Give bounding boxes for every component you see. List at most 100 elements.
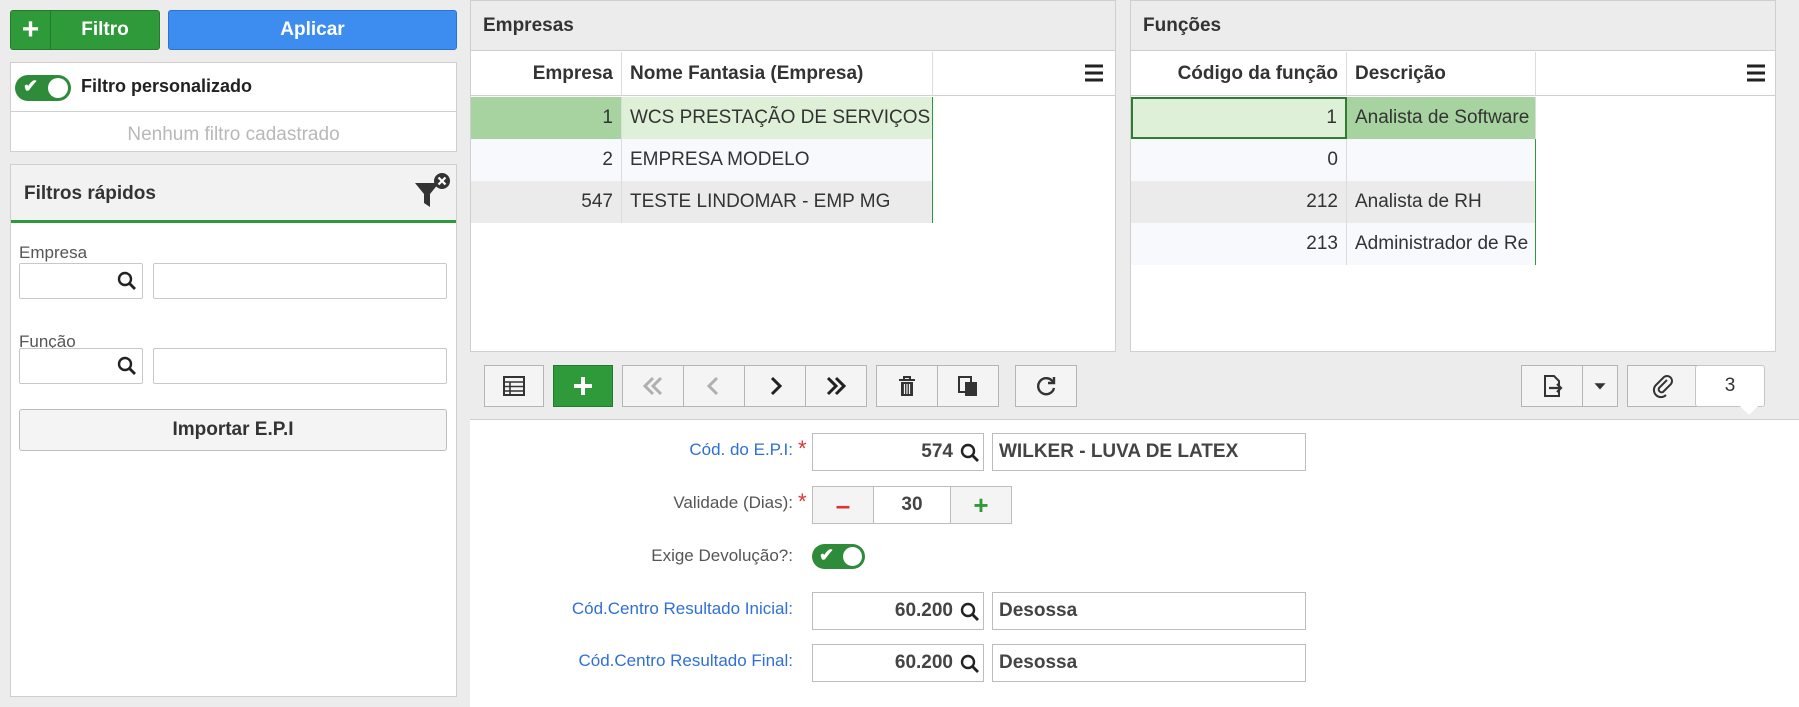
funcao-desc-cell: Analista de Software <box>1347 97 1536 139</box>
funcao-desc-cell <box>1347 139 1536 181</box>
record-count-badge: 3 <box>1695 365 1765 407</box>
funcoes-title: Funções <box>1131 1 1775 51</box>
empresas-title: Empresas <box>471 1 1115 51</box>
quick-filters-title: Filtros rápidos <box>24 183 156 204</box>
export-file-icon <box>1544 375 1563 397</box>
chevron-left-icon <box>706 376 719 396</box>
paperclip-icon <box>1652 375 1673 399</box>
centro-final-label: Cód.Centro Resultado Final: <box>578 651 793 670</box>
search-icon[interactable] <box>116 270 138 292</box>
last-record-button[interactable] <box>805 365 867 407</box>
export-options-dropdown[interactable] <box>1582 365 1618 407</box>
funcao-desc-cell: Administrador de Re <box>1347 223 1536 265</box>
cod-epi-label: Cód. do E.P.I: <box>689 440 793 459</box>
empresa-name-input[interactable] <box>153 263 447 299</box>
empresa-filter-label: Empresa <box>19 243 88 262</box>
double-chevron-right-icon <box>826 376 847 396</box>
delete-button[interactable] <box>876 365 938 407</box>
table-icon <box>503 376 525 396</box>
empresas-grid: Empresas Empresa Nome Fantasia (Empresa)… <box>470 0 1116 352</box>
column-header-codigo-funcao[interactable]: Código da função <box>1131 52 1347 96</box>
centro-final-input[interactable]: 60.200 <box>812 644 984 682</box>
funcao-code-cell: 213 <box>1131 223 1347 265</box>
cod-epi-input[interactable]: 574 <box>812 433 984 471</box>
check-icon: ✔ <box>23 76 39 96</box>
search-icon[interactable] <box>959 601 981 623</box>
quick-filters-header: Filtros rápidos <box>11 165 456 223</box>
empresa-code-input[interactable] <box>19 263 143 299</box>
centro-inicial-input[interactable]: 60.200 <box>812 592 984 630</box>
funcao-desc-cell: Analista de RH <box>1347 181 1536 223</box>
refresh-button[interactable] <box>1015 365 1077 407</box>
decrement-button[interactable]: – <box>812 486 874 524</box>
caret-down-icon <box>1594 383 1606 390</box>
centro-final-value: 60.200 <box>894 652 953 673</box>
plus-icon: + <box>973 489 989 520</box>
cod-epi-value: 574 <box>921 441 953 462</box>
devolucao-toggle[interactable]: ✔ <box>812 544 865 569</box>
centro-inicial-value: 60.200 <box>894 600 953 621</box>
trash-icon <box>899 376 915 396</box>
first-record-button[interactable] <box>622 365 684 407</box>
centro-inicial-label: Cód.Centro Resultado Inicial: <box>571 599 793 618</box>
funcao-code-input[interactable] <box>19 348 143 384</box>
search-icon[interactable] <box>116 355 138 377</box>
required-marker: * <box>798 436 807 461</box>
empresa-code-cell: 547 <box>471 181 622 223</box>
custom-filter-box: ✔ Filtro personalizado <box>10 62 457 112</box>
double-chevron-left-icon <box>642 376 663 396</box>
epi-description-field: WILKER - LUVA DE LATEX <box>992 433 1306 471</box>
centro-final-desc-value: Desossa <box>999 652 1078 673</box>
funcao-name-input[interactable] <box>153 348 447 384</box>
search-icon[interactable] <box>959 442 981 464</box>
empresa-name-cell: WCS PRESTAÇÃO DE SERVIÇOS <box>622 97 933 139</box>
funcao-code-cell: 0 <box>1131 139 1347 181</box>
funcoes-grid: Funções Código da função Descrição 1 Ana… <box>1130 0 1776 352</box>
clear-filter-icon[interactable] <box>409 169 455 215</box>
duplicate-button[interactable] <box>937 365 999 407</box>
export-button[interactable] <box>1521 365 1583 407</box>
attachments-button[interactable] <box>1627 365 1699 407</box>
funcao-code-cell: 212 <box>1131 181 1347 223</box>
empresa-code-cell: 2 <box>471 139 622 181</box>
column-header-nome-fantasia[interactable]: Nome Fantasia (Empresa) <box>622 52 933 96</box>
saved-filters-list: Nenhum filtro cadastrado <box>10 112 457 152</box>
empty-filters-text: Nenhum filtro cadastrado <box>127 124 340 145</box>
plus-icon: + <box>11 11 51 49</box>
epi-form: Cód. do E.P.I: * 574 WILKER - LUVA DE LA… <box>470 420 1799 707</box>
next-record-button[interactable] <box>744 365 806 407</box>
copy-icon <box>958 376 977 396</box>
empresa-name-cell: EMPRESA MODELO <box>622 139 933 181</box>
custom-filter-label: Filtro personalizado <box>81 76 253 96</box>
centro-inicial-desc-value: Desossa <box>999 600 1078 621</box>
column-header-descricao[interactable]: Descrição <box>1347 52 1536 96</box>
validade-input[interactable]: 30 <box>873 486 951 524</box>
validade-label: Validade (Dias): <box>673 493 793 512</box>
apply-button[interactable]: Aplicar <box>168 10 457 50</box>
column-header-empresa[interactable]: Empresa <box>471 52 622 96</box>
required-marker: * <box>798 489 807 514</box>
import-epi-button[interactable]: Importar E.P.I <box>19 409 447 451</box>
empresa-code-cell: 1 <box>471 97 622 139</box>
grid-view-button[interactable] <box>484 365 544 407</box>
quick-filters-panel: Filtros rápidos Empresa Função Importar … <box>10 164 457 697</box>
add-filter-button[interactable]: + Filtro <box>10 10 160 50</box>
refresh-icon <box>1037 377 1056 396</box>
chevron-right-icon <box>770 376 783 396</box>
search-icon[interactable] <box>959 653 981 675</box>
column-menu-icon[interactable] <box>1745 62 1767 84</box>
column-header-empty <box>1536 52 1775 96</box>
plus-icon <box>574 377 592 395</box>
centro-final-description: Desossa <box>992 644 1306 682</box>
add-filter-label: Filtro <box>81 19 129 40</box>
check-icon: ✔ <box>819 545 835 565</box>
record-toolbar: 3 <box>470 352 1799 420</box>
empresa-name-cell: TESTE LINDOMAR - EMP MG <box>622 181 933 223</box>
increment-button[interactable]: + <box>950 486 1012 524</box>
column-menu-icon[interactable] <box>1083 62 1105 84</box>
custom-filter-toggle[interactable]: ✔ <box>15 75 71 101</box>
epi-description-value: WILKER - LUVA DE LATEX <box>999 441 1239 462</box>
previous-record-button[interactable] <box>683 365 745 407</box>
badge-pointer <box>1740 406 1758 415</box>
new-record-button[interactable] <box>553 365 613 407</box>
